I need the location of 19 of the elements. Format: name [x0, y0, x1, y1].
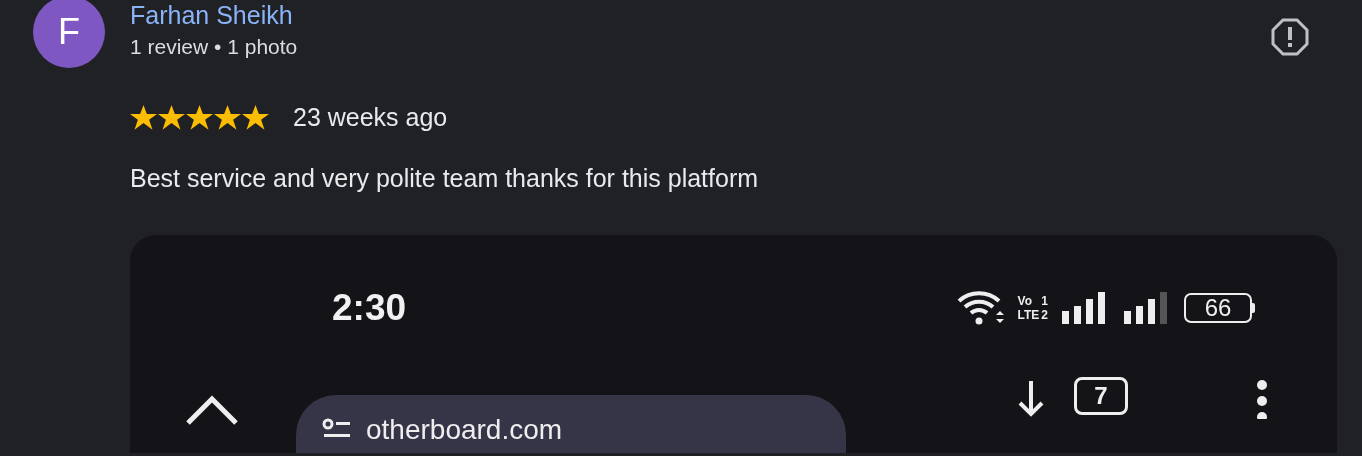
reviewer-stats: 1 review • 1 photo	[130, 34, 298, 60]
avatar[interactable]: F	[33, 0, 105, 68]
tab-switcher[interactable]: 7	[1074, 377, 1128, 415]
review-text: Best service and very polite team thanks for this platform	[130, 164, 760, 193]
reviewer-name[interactable]: Farhan Sheikh	[130, 0, 293, 30]
status-time: 2:30	[332, 287, 408, 329]
star-icon	[242, 104, 269, 131]
home-icon[interactable]	[184, 395, 240, 425]
star-icon	[186, 104, 213, 131]
menu-icon[interactable]	[1256, 379, 1268, 419]
star-icon	[130, 104, 157, 131]
review-date: 23 weeks ago	[293, 103, 448, 132]
report-icon[interactable]	[1271, 18, 1309, 56]
battery-indicator: 66	[1184, 293, 1255, 323]
wifi-icon	[955, 289, 1006, 327]
address-bar[interactable]: otherboard.com	[296, 395, 846, 453]
star-icon	[214, 104, 241, 131]
volte-indicator: Vo 1 LTE 2	[1017, 294, 1048, 322]
star-icon	[158, 104, 185, 131]
